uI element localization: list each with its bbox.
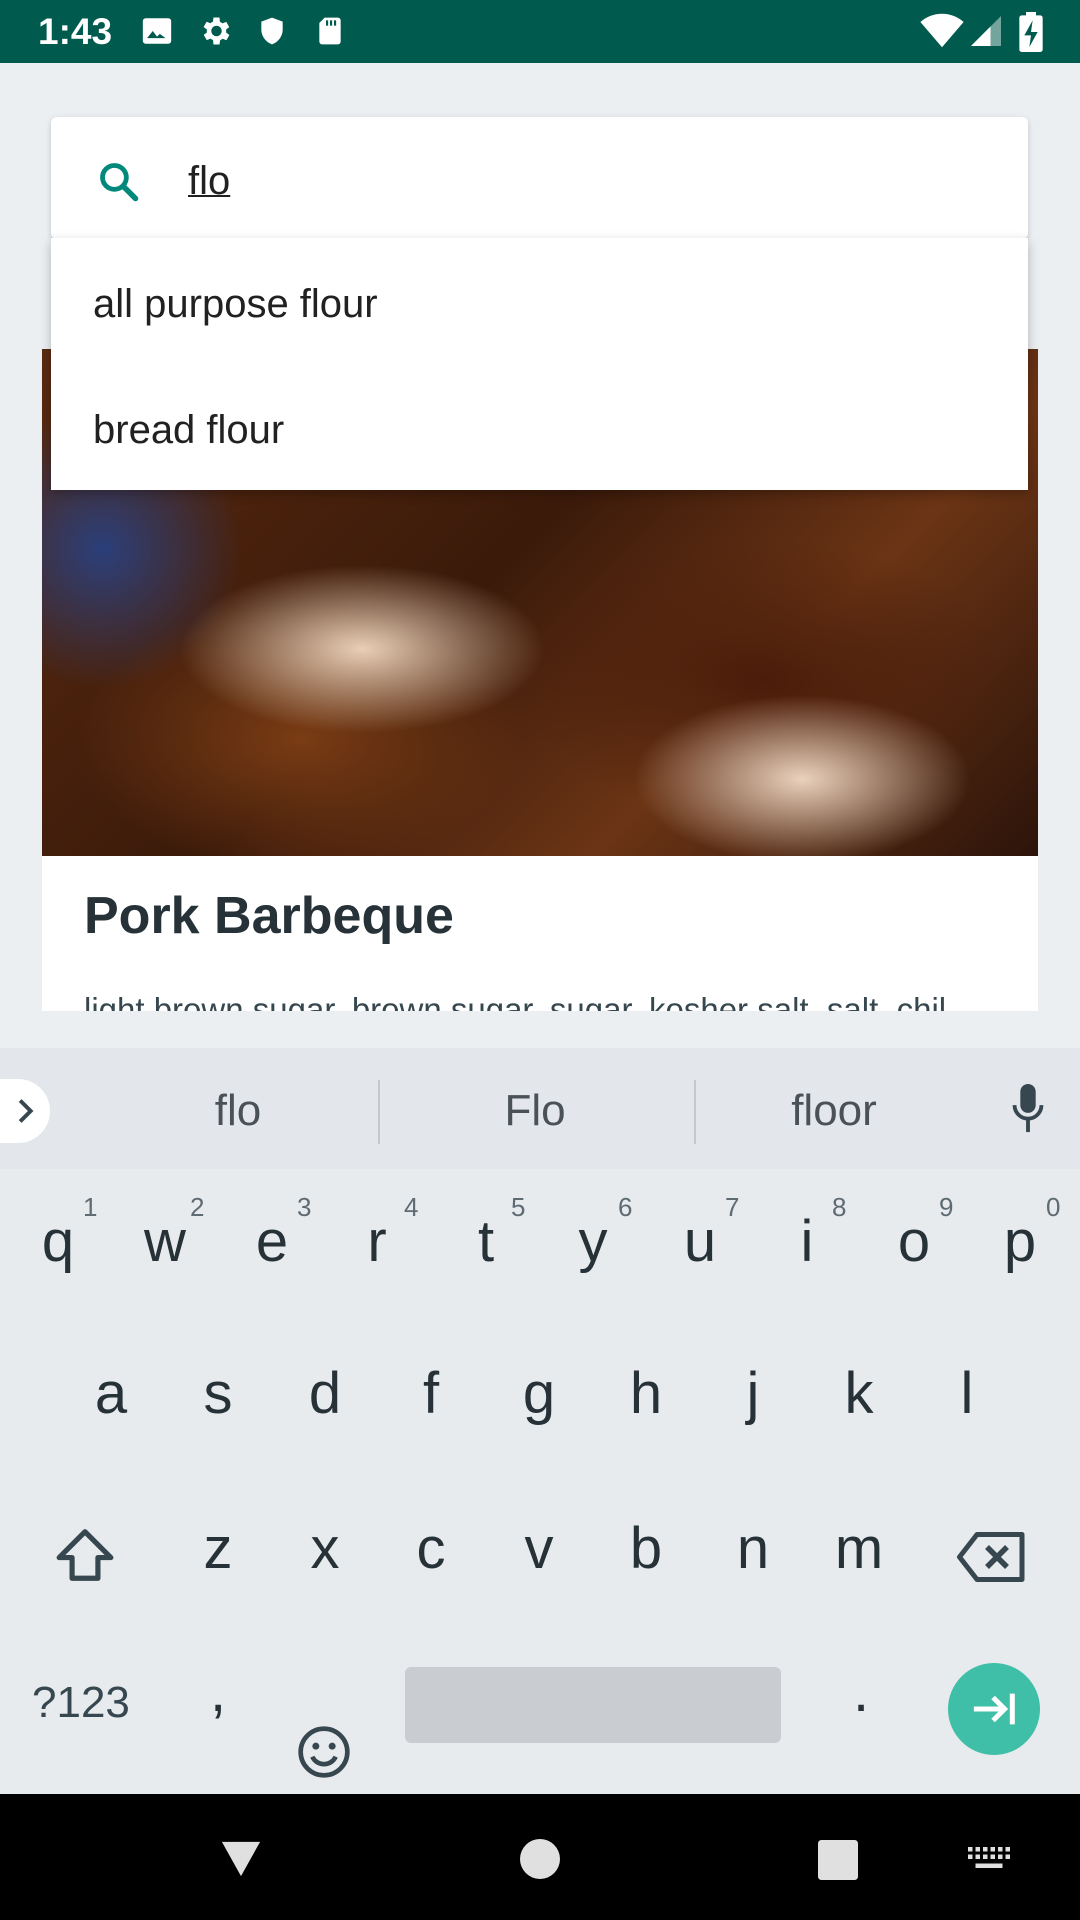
key-x[interactable]: x — [275, 1515, 375, 1582]
suggestion-word[interactable]: Flo — [435, 1086, 635, 1136]
key-hint: 1 — [83, 1192, 98, 1222]
key-v[interactable]: v — [489, 1515, 589, 1582]
suggestion-strip: flo Flo floor — [0, 1048, 1080, 1169]
gear-icon — [203, 17, 230, 45]
home-icon[interactable] — [520, 1839, 560, 1879]
backspace-icon[interactable] — [957, 1532, 1027, 1582]
search-bar[interactable]: flo — [51, 117, 1028, 239]
emoji-icon[interactable] — [296, 1724, 352, 1780]
divider — [694, 1080, 696, 1144]
key-hint: 0 — [1046, 1192, 1061, 1222]
key-m[interactable]: m — [809, 1515, 909, 1582]
status-time: 1:43 — [38, 11, 113, 52]
keyboard-switch-icon[interactable] — [968, 1846, 1010, 1872]
soft-keyboard: flo Flo floor q 1 w 2 e 3 r 4 t 5 y 6 u … — [0, 1048, 1080, 1794]
enter-button[interactable] — [948, 1663, 1040, 1755]
wifi-icon — [920, 13, 964, 48]
suggestion-word[interactable]: floor — [734, 1086, 934, 1136]
key-b[interactable]: b — [596, 1515, 696, 1582]
recipe-ingredients: light brown sugar, brown sugar, sugar, k… — [84, 991, 947, 1011]
key-hint: 2 — [190, 1192, 205, 1222]
key-hint: 4 — [404, 1192, 419, 1222]
key-s[interactable]: s — [168, 1360, 268, 1427]
space-bar[interactable] — [405, 1667, 781, 1743]
key-a[interactable]: a — [61, 1360, 161, 1427]
key-c[interactable]: c — [381, 1515, 481, 1582]
key-hint: 7 — [725, 1192, 740, 1222]
key-hint: 6 — [618, 1192, 633, 1222]
autocomplete-dropdown: all purpose flour bread flour — [51, 238, 1028, 490]
status-bar: 1:43 — [0, 0, 1080, 63]
key-n[interactable]: n — [703, 1515, 803, 1582]
autocomplete-item[interactable]: all purpose flour — [93, 282, 378, 327]
sd-card-icon — [319, 17, 341, 45]
expand-suggestions-button[interactable] — [0, 1079, 50, 1143]
key-hint: 5 — [511, 1192, 526, 1222]
signal-icon — [971, 16, 1001, 46]
key-k[interactable]: k — [809, 1360, 909, 1427]
key-g[interactable]: g — [489, 1360, 589, 1427]
recents-icon[interactable] — [818, 1840, 858, 1880]
search-input[interactable]: flo — [188, 159, 230, 204]
shift-icon[interactable] — [54, 1526, 116, 1584]
key-z[interactable]: z — [168, 1515, 268, 1582]
chevron-right-icon — [18, 1099, 34, 1123]
image-icon — [142, 18, 172, 44]
key-l[interactable]: l — [917, 1360, 1017, 1427]
key-h[interactable]: h — [596, 1360, 696, 1427]
microphone-icon[interactable] — [1012, 1084, 1044, 1134]
key-hint: 3 — [297, 1192, 312, 1222]
comma-key[interactable]: , — [168, 1658, 268, 1725]
suggestion-word[interactable]: flo — [138, 1086, 338, 1136]
battery-charging-icon — [1019, 12, 1043, 52]
divider — [378, 1080, 380, 1144]
shield-icon — [261, 17, 283, 45]
key-d[interactable]: d — [275, 1360, 375, 1427]
symbols-key[interactable]: ?123 — [32, 1678, 130, 1728]
navigation-bar — [0, 1794, 1080, 1920]
key-hint: 8 — [832, 1192, 847, 1222]
back-icon[interactable] — [218, 1838, 264, 1880]
key-j[interactable]: j — [703, 1360, 803, 1427]
period-key[interactable]: . — [811, 1658, 911, 1725]
search-icon — [100, 163, 139, 202]
key-hint: 9 — [939, 1192, 954, 1222]
enter-arrow-icon — [973, 1693, 1015, 1725]
recipe-title: Pork Barbeque — [84, 887, 454, 945]
autocomplete-item[interactable]: bread flour — [93, 408, 284, 453]
key-f[interactable]: f — [381, 1360, 481, 1427]
